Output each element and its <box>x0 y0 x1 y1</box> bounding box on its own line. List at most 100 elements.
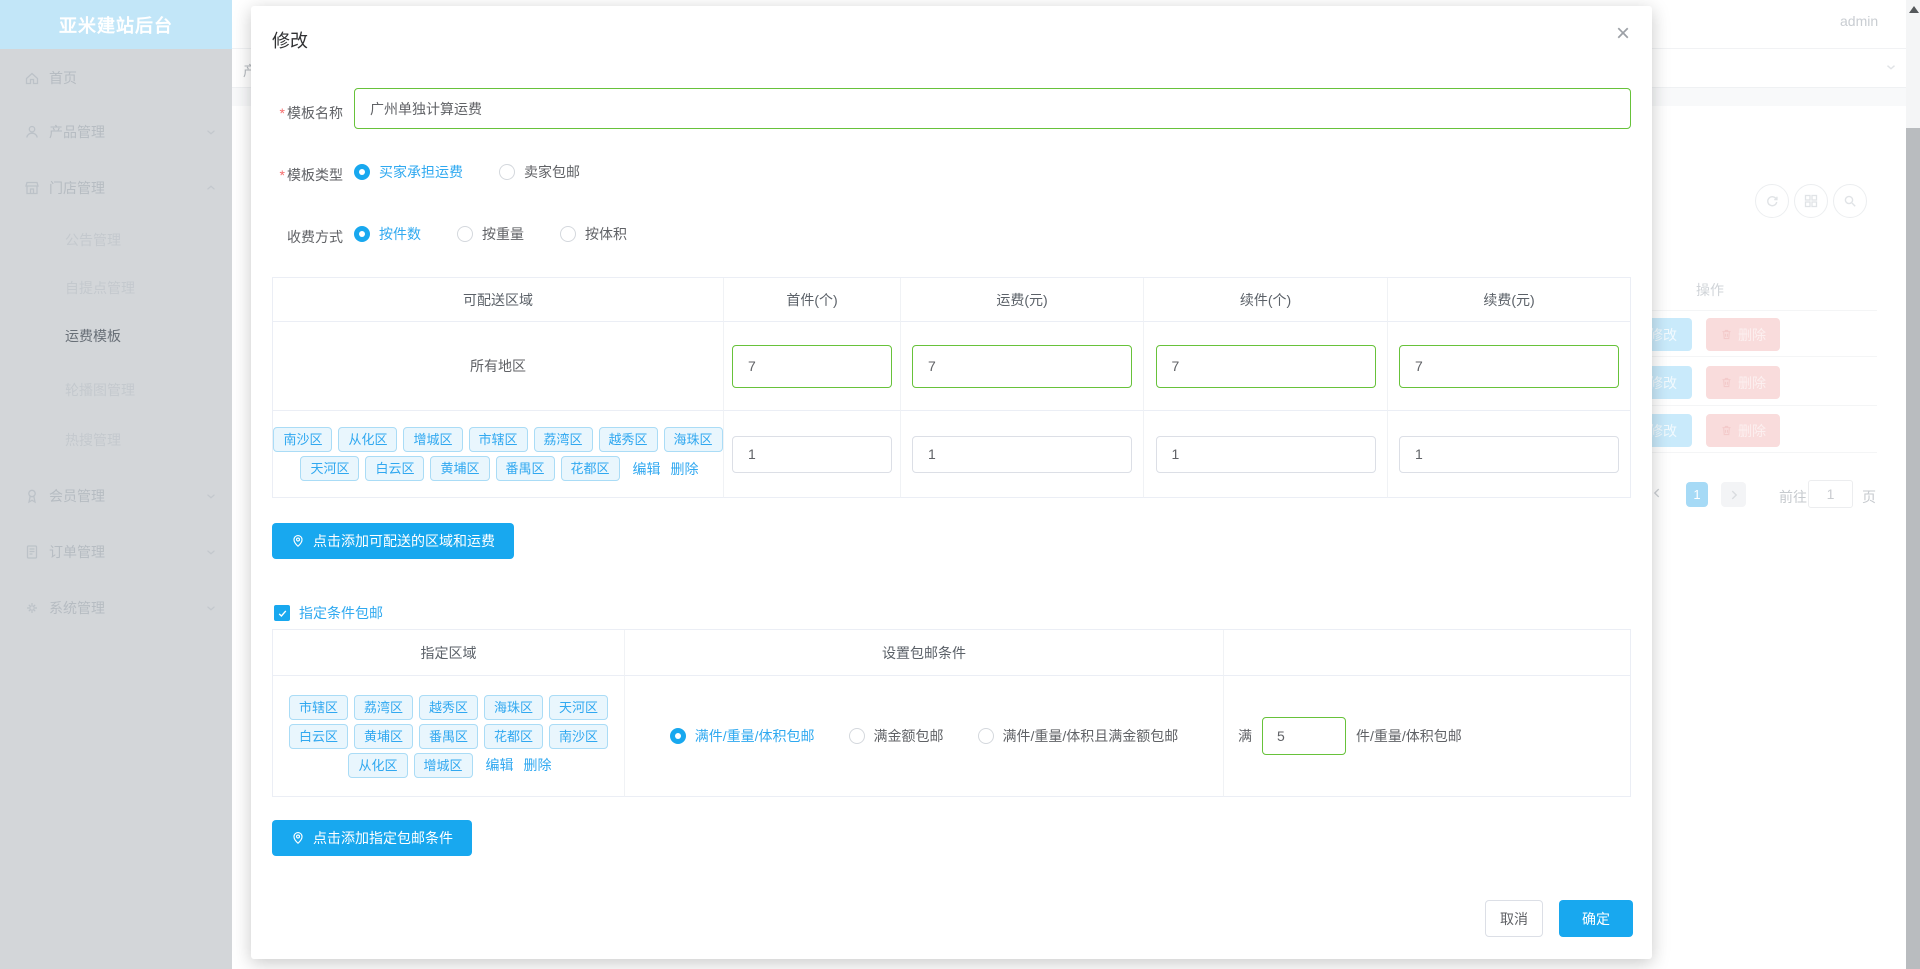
region-tag: 南沙区 <box>273 427 333 452</box>
shipping-fee-input[interactable] <box>912 435 1132 473</box>
delete-region-link[interactable]: 删除 <box>524 755 552 775</box>
condition-radio-group: 满件/重量/体积包邮 满金额包邮 满件/重量/体积且满金额包邮 <box>625 676 1224 797</box>
radio-unselected-icon <box>848 728 865 744</box>
sidebar-item-label: 门店管理 <box>49 180 105 196</box>
pagination-page-input[interactable] <box>1808 480 1853 508</box>
pagination-page-1[interactable]: 1 <box>1686 482 1708 507</box>
scroll-up-arrow-icon[interactable] <box>1909 6 1919 13</box>
radio-seller-free-shipping[interactable]: 卖家包邮 <box>499 162 580 182</box>
chevron-down-icon[interactable] <box>1884 60 1898 74</box>
region-tags-cell: 南沙区 从化区 增城区 市辖区 荔湾区 越秀区 海珠区 天河区 白云区 黄埔区 … <box>273 411 724 498</box>
username[interactable]: admin <box>1840 13 1878 29</box>
sidebar-item-hot-search[interactable]: 热搜管理 <box>0 420 232 460</box>
radio-free-by-amount[interactable]: 满金额包邮 <box>848 726 944 746</box>
template-name-label: * 模板名称 <box>279 105 343 121</box>
table-header-row: 指定区域 设置包邮条件 <box>273 630 1630 676</box>
radio-unselected-icon <box>560 226 576 242</box>
scrollbar[interactable] <box>1906 0 1920 969</box>
sidebar-item-shipping-templates[interactable]: 运费模板 <box>0 316 232 356</box>
radio-selected-icon <box>669 728 686 744</box>
add-condition-button[interactable]: 点击添加指定包邮条件 <box>272 820 472 856</box>
first-piece-input[interactable] <box>732 344 892 388</box>
sidebar-item-products[interactable]: 产品管理 <box>0 112 232 152</box>
radio-by-weight[interactable]: 按重量 <box>457 224 524 244</box>
sidebar-item-announcements[interactable]: 公告管理 <box>0 220 232 260</box>
delete-button[interactable]: 删除 <box>1706 366 1780 399</box>
shipping-table: 可配送区域 首件(个) 运费(元) 续件(个) 续费(元) 所有地区 南沙区 从… <box>272 277 1631 498</box>
sidebar-item-label: 系统管理 <box>49 600 105 616</box>
sidebar-item-members[interactable]: 会员管理 <box>0 476 232 516</box>
sidebar-item-orders[interactable]: 订单管理 <box>0 532 232 572</box>
col-header-empty <box>1224 630 1630 676</box>
sidebar-item-label: 轮播图管理 <box>65 382 135 398</box>
delete-button[interactable]: 删除 <box>1706 318 1780 351</box>
template-type-radio-group: 买家承担运费 卖家包邮 <box>354 162 616 182</box>
region-tag: 市辖区 <box>288 694 348 720</box>
delete-button-label: 删除 <box>1738 374 1766 391</box>
sidebar-item-carousel[interactable]: 轮播图管理 <box>0 370 232 410</box>
delete-button[interactable]: 删除 <box>1706 414 1780 447</box>
tag-line: 从化区 增城区 编辑 删除 <box>345 751 552 780</box>
chevron-down-icon <box>204 545 218 559</box>
threshold-suffix: 件/重量/体积包邮 <box>1356 728 1462 744</box>
radio-free-by-quantity[interactable]: 满件/重量/体积包邮 <box>669 726 815 746</box>
region-tag: 番禺区 <box>418 723 478 749</box>
delete-button-label: 删除 <box>1738 422 1766 439</box>
checkbox-checked-icon <box>274 605 290 621</box>
grid-icon[interactable] <box>1794 184 1828 218</box>
shop-icon <box>24 180 40 196</box>
sidebar-item-label: 会员管理 <box>49 488 105 504</box>
chevron-down-icon <box>204 125 218 139</box>
first-piece-input[interactable] <box>732 435 892 473</box>
sidebar-item-label: 热搜管理 <box>65 432 121 448</box>
edit-region-link[interactable]: 编辑 <box>486 755 514 775</box>
sidebar-item-stores[interactable]: 门店管理 <box>0 168 232 208</box>
pagination-prev[interactable] <box>1650 486 1664 502</box>
additional-piece-input[interactable] <box>1155 435 1376 473</box>
radio-free-by-quantity-and-amount[interactable]: 满件/重量/体积且满金额包邮 <box>977 726 1178 746</box>
radio-unselected-icon <box>457 226 473 242</box>
radio-selected-icon <box>354 226 370 242</box>
region-tag: 从化区 <box>338 427 398 452</box>
additional-piece-input[interactable] <box>1155 344 1376 388</box>
region-tags-cell: 市辖区 荔湾区 越秀区 海珠区 天河区 白云区 黄埔区 番禺区 花都区 南沙区 <box>273 676 625 797</box>
additional-fee-input[interactable] <box>1399 344 1619 388</box>
sidebar-item-pickup-points[interactable]: 自提点管理 <box>0 268 232 308</box>
region-tag: 花都区 <box>484 723 544 749</box>
refresh-icon[interactable] <box>1755 184 1789 218</box>
pagination-next[interactable] <box>1721 482 1746 507</box>
cancel-button[interactable]: 取消 <box>1485 900 1543 937</box>
threshold-input[interactable] <box>1262 717 1346 755</box>
sidebar: 亚米建站后台 首页 产品管理 门店管理 公告管理 自提点管理 运费模板 轮播图管… <box>0 0 232 969</box>
shipping-fee-input[interactable] <box>912 344 1132 388</box>
search-icon[interactable] <box>1833 184 1867 218</box>
radio-selected-icon <box>354 164 370 180</box>
sidebar-item-label: 订单管理 <box>49 544 105 560</box>
threshold-prefix: 满 <box>1238 728 1252 744</box>
radio-buyer-pays[interactable]: 买家承担运费 <box>354 162 463 182</box>
region-tag: 番禺区 <box>495 456 555 481</box>
region-tag: 越秀区 <box>418 694 478 720</box>
edit-region-link[interactable]: 编辑 <box>633 459 661 479</box>
add-region-button[interactable]: 点击添加可配送的区域和运费 <box>272 523 514 559</box>
region-tag: 海珠区 <box>663 427 723 452</box>
checkbox-label: 指定条件包邮 <box>299 605 383 621</box>
pagination-unit-label: 页 <box>1862 489 1876 505</box>
sidebar-item-home[interactable]: 首页 <box>0 58 232 98</box>
radio-by-piece[interactable]: 按件数 <box>354 224 421 244</box>
additional-fee-input[interactable] <box>1399 435 1619 473</box>
sidebar-item-system[interactable]: 系统管理 <box>0 588 232 628</box>
chevron-down-icon <box>204 489 218 503</box>
conditional-free-shipping-checkbox[interactable]: 指定条件包邮 <box>274 603 383 623</box>
region-tag: 天河区 <box>300 456 360 481</box>
region-tag: 市辖区 <box>468 427 528 452</box>
template-name-input[interactable] <box>354 88 1631 129</box>
scrollbar-thumb[interactable] <box>1906 128 1920 969</box>
table-row-districts: 南沙区 从化区 增城区 市辖区 荔湾区 越秀区 海珠区 天河区 白云区 黄埔区 … <box>273 411 1630 498</box>
location-pin-icon <box>293 535 303 548</box>
delete-region-link[interactable]: 删除 <box>671 459 699 479</box>
dialog-title: 修改 <box>272 31 308 51</box>
confirm-button[interactable]: 确定 <box>1559 900 1633 937</box>
radio-by-volume[interactable]: 按体积 <box>560 224 627 244</box>
close-icon[interactable]: × <box>1610 16 1636 52</box>
